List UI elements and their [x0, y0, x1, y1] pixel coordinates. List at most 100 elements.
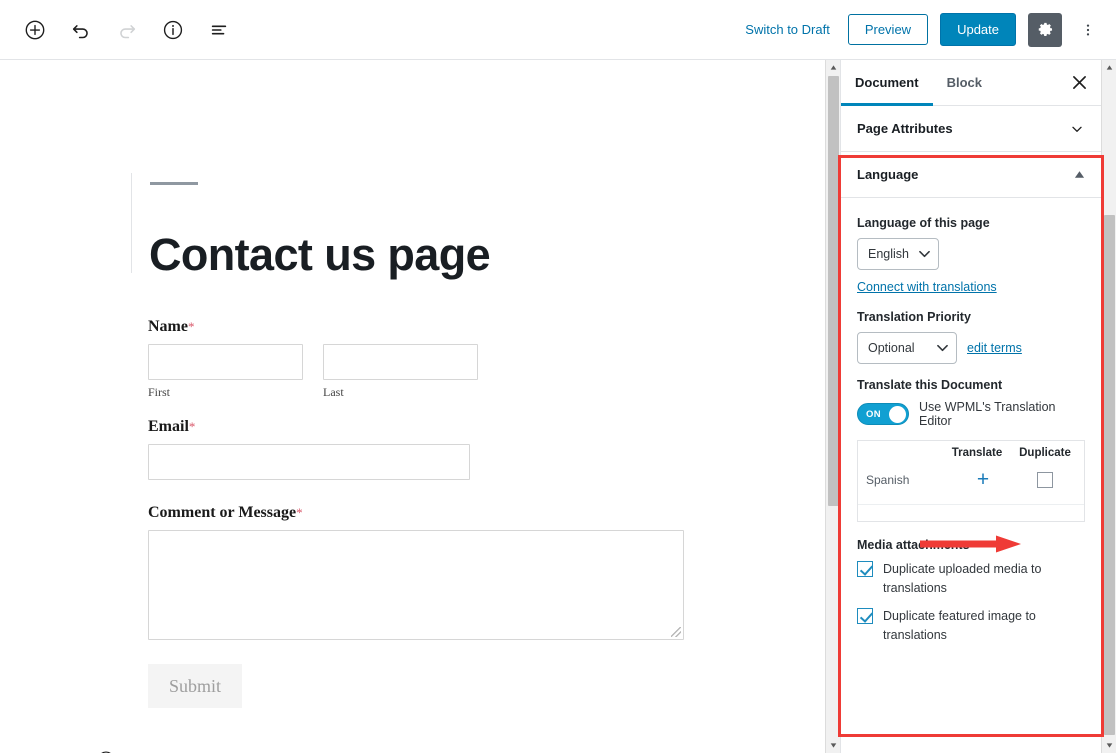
undo-icon [72, 24, 88, 38]
duplicate-checkbox[interactable] [1037, 471, 1053, 488]
name-inputs-row: First Last [148, 344, 688, 400]
name-field-label: Name* [148, 318, 688, 336]
block-navigation-button[interactable] [202, 13, 236, 47]
chevron-down-icon [1072, 126, 1082, 132]
column-header-translate: Translate [951, 447, 1003, 459]
toggle-state-text: ON [866, 408, 881, 420]
last-name-group: Last [323, 344, 478, 400]
duplicate-cell [1014, 471, 1076, 488]
plus-icon[interactable]: + [977, 469, 989, 490]
scroll-up-arrow-icon[interactable] [826, 60, 841, 75]
first-name-input[interactable] [148, 344, 303, 380]
close-sidebar-button[interactable] [1057, 60, 1101, 105]
contact-form-block[interactable]: Name* First Last Email* Comment or Messa… [148, 318, 688, 708]
canvas-scrollbar-thumb[interactable] [828, 76, 839, 506]
page-title[interactable]: Contact us page [149, 230, 491, 280]
translation-priority-row: Optional edit terms [857, 332, 1085, 364]
translations-table: Translate Duplicate Spanish + [857, 440, 1085, 522]
sidebar-tabs: Document Block [841, 60, 1101, 106]
name-required-marker: * [187, 319, 195, 334]
language-select[interactable]: English [857, 238, 939, 270]
message-label-text: Comment or Message [148, 504, 297, 521]
panel-page-attributes[interactable]: Page Attributes [841, 106, 1101, 152]
first-name-sublabel: First [148, 385, 171, 399]
canvas-scrollbar[interactable] [825, 60, 840, 753]
translations-table-footer [858, 505, 1084, 521]
switch-to-draft-link[interactable]: Switch to Draft [739, 18, 836, 41]
title-dash-decoration [150, 182, 198, 185]
translation-editor-toggle-label: Use WPML's Translation Editor [919, 400, 1056, 428]
plus-circle-icon [25, 20, 45, 39]
more-options-button[interactable] [1074, 13, 1102, 47]
last-name-input[interactable] [323, 344, 478, 380]
panel-language[interactable]: Language [841, 152, 1101, 198]
scroll-down-arrow-icon[interactable] [826, 738, 841, 753]
last-name-sublabel: Last [323, 385, 344, 399]
edit-terms-link[interactable]: edit terms [967, 341, 1022, 355]
media-option-row: Duplicate featured image to translations [857, 607, 1085, 646]
duplicate-uploaded-media-checkbox[interactable] [857, 561, 873, 577]
tab-document[interactable]: Document [841, 60, 933, 106]
translation-editor-toggle-row: ON Use WPML's Translation Editor [857, 400, 1085, 428]
editor-canvas[interactable]: Contact us page Name* First Last Email* [0, 60, 825, 753]
scroll-up-arrow-icon[interactable] [1102, 60, 1116, 75]
language-panel-title: Language [857, 167, 919, 182]
translation-editor-toggle[interactable]: ON [857, 403, 910, 425]
add-block-button[interactable] [18, 13, 52, 47]
document-settings-sidebar: Document Block Page Attributes Language … [840, 60, 1101, 753]
submit-button[interactable]: Submit [148, 664, 242, 708]
message-required-marker: * [296, 505, 303, 520]
translation-priority-label: Translation Priority [857, 310, 971, 324]
translate-document-label: Translate this Document [857, 378, 1003, 392]
name-label-text: Name [148, 318, 188, 335]
redo-button [110, 13, 144, 47]
toolbar-left-group [0, 13, 236, 47]
wordpress-block-editor: Switch to Draft Preview Update Contact u [0, 0, 1116, 753]
toolbar-right-group: Switch to Draft Preview Update [739, 12, 1116, 47]
gear-icon [1038, 22, 1052, 36]
translation-priority-select[interactable]: Optional [857, 332, 957, 364]
preview-button[interactable]: Preview [847, 13, 929, 46]
duplicate-featured-image-checkbox[interactable] [857, 607, 873, 624]
chevron-down-icon [937, 341, 948, 355]
media-attachments-label: Media attachments [857, 538, 970, 552]
kebab-menu-icon [1086, 24, 1090, 35]
translations-table-header: Translate Duplicate [858, 441, 1084, 463]
language-select-value: English [868, 247, 909, 261]
info-circle-icon [163, 20, 183, 39]
scroll-down-arrow-icon[interactable] [1102, 738, 1116, 753]
language-panel-body: Language of this page English Connect wi… [841, 198, 1101, 656]
row-language-label: Spanish [866, 472, 910, 487]
redo-icon [120, 24, 136, 38]
message-textarea[interactable] [148, 530, 684, 640]
close-icon [1072, 76, 1086, 89]
resize-handle-icon[interactable] [671, 627, 681, 637]
sidebar-scrollbar-thumb[interactable] [1104, 215, 1115, 735]
message-field-label: Comment or Message* [148, 504, 688, 522]
email-field-label: Email* [148, 418, 688, 436]
language-of-page-label: Language of this page [857, 216, 990, 230]
chevron-up-icon [1074, 171, 1085, 178]
email-required-marker: * [188, 419, 196, 434]
undo-button[interactable] [64, 13, 98, 47]
settings-button[interactable] [1028, 12, 1062, 47]
content-info-button[interactable] [156, 13, 190, 47]
first-name-group: First [148, 344, 303, 400]
column-header-duplicate: Duplicate [1019, 447, 1071, 459]
email-input[interactable] [148, 444, 470, 480]
tab-block[interactable]: Block [933, 60, 996, 105]
page-attributes-title: Page Attributes [857, 121, 953, 136]
duplicate-featured-image-label: Duplicate featured image to translations [883, 608, 1036, 643]
toggle-knob [889, 405, 907, 423]
chevron-down-icon [919, 247, 930, 261]
translate-cell: + [952, 469, 1014, 490]
table-row: Spanish + [858, 463, 1084, 505]
editor-top-toolbar: Switch to Draft Preview Update [0, 0, 1116, 60]
block-selection-indicator [131, 173, 132, 273]
email-label-text: Email [148, 418, 189, 435]
connect-with-translations-link[interactable]: Connect with translations [857, 280, 997, 294]
duplicate-uploaded-media-label: Duplicate uploaded media to translations [883, 562, 1042, 596]
list-view-icon [211, 25, 227, 34]
update-button[interactable]: Update [940, 12, 1016, 47]
sidebar-scrollbar[interactable] [1101, 60, 1116, 753]
